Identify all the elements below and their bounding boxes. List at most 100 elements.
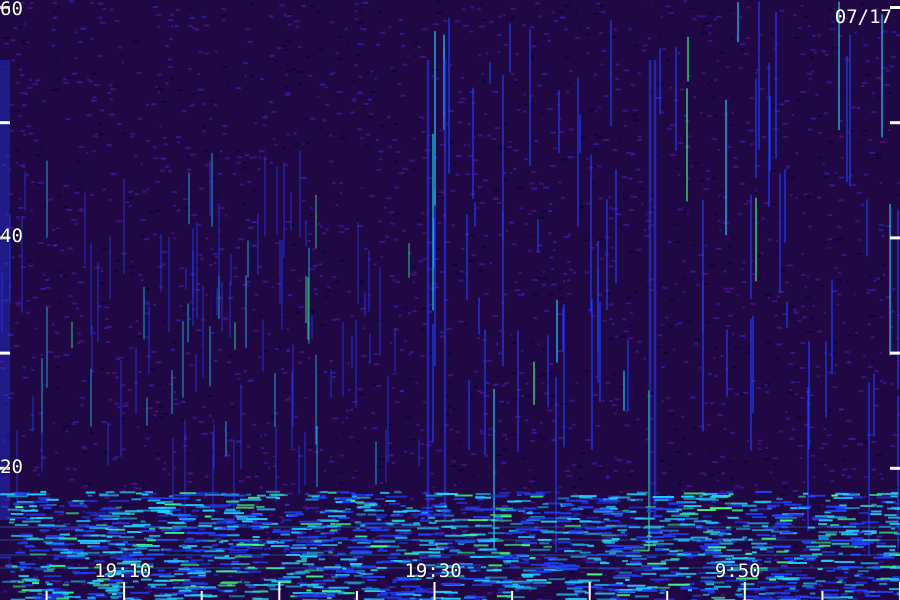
noise-speck (65, 430, 69, 433)
band-fragment (213, 573, 219, 576)
band-fragment (380, 560, 394, 563)
noise-speck (240, 183, 244, 186)
noise-speck (542, 348, 546, 351)
band-fragment (783, 557, 794, 560)
band-fragment (43, 541, 53, 544)
noise-speck (163, 143, 168, 146)
noise-speck (271, 110, 277, 113)
noise-speck (786, 167, 789, 170)
noise-speck (140, 279, 144, 282)
noise-speck (213, 253, 218, 256)
noise-speck (469, 234, 475, 237)
noise-speck (806, 331, 812, 333)
noise-speck (171, 341, 177, 344)
noise-speck (244, 154, 250, 157)
noise-speck (214, 510, 220, 513)
noise-speck (439, 430, 442, 433)
band-fragment (891, 506, 900, 509)
noise-speck (817, 330, 823, 333)
noise-speck (232, 267, 238, 270)
band-fragment (121, 551, 134, 554)
band-fragment (370, 527, 382, 530)
band-fragment (767, 505, 777, 508)
noise-speck (154, 410, 159, 413)
band-fragment (784, 503, 802, 506)
noise-speck (121, 61, 124, 64)
band-fragment (889, 549, 895, 552)
noise-speck (185, 352, 191, 355)
noise-speck (145, 437, 151, 440)
noise-speck (253, 190, 256, 193)
band-fragment (201, 555, 213, 558)
band-fragment (656, 536, 664, 538)
noise-speck (160, 169, 166, 172)
noise-speck (526, 48, 530, 51)
noise-speck (522, 86, 525, 89)
noise-speck (385, 235, 390, 238)
noise-speck (77, 188, 83, 191)
noise-speck (728, 460, 733, 463)
band-fragment (603, 518, 610, 521)
noise-speck (702, 25, 705, 28)
noise-speck (536, 522, 539, 525)
noise-speck (151, 103, 157, 106)
noise-speck (571, 423, 576, 426)
noise-speck (751, 273, 755, 276)
noise-speck (221, 565, 226, 568)
noise-speck (800, 396, 805, 399)
band-fragment (17, 581, 25, 584)
noise-speck (832, 386, 838, 389)
noise-speck (286, 92, 291, 95)
noise-speck (684, 211, 688, 214)
noise-speck (267, 536, 271, 539)
band-fragment (386, 495, 408, 498)
noise-speck (294, 143, 297, 146)
noise-speck (86, 114, 92, 117)
band-fragment (248, 496, 260, 499)
noise-speck (215, 256, 218, 258)
noise-speck (257, 168, 261, 171)
noise-speck (103, 306, 110, 309)
noise-speck (92, 96, 97, 99)
noise-speck (309, 207, 313, 210)
noise-speck (795, 393, 799, 396)
noise-speck (738, 66, 743, 69)
band-fragment (562, 504, 574, 507)
noise-speck (102, 8, 106, 11)
noise-speck (224, 157, 230, 160)
noise-speck (302, 142, 305, 145)
noise-speck (856, 107, 860, 110)
band-fragment (772, 534, 777, 537)
noise-speck (56, 60, 60, 63)
band-fragment (741, 504, 757, 507)
band-fragment (347, 582, 361, 585)
band-fragment (579, 551, 591, 554)
noise-speck (114, 402, 120, 405)
band-fragment (503, 579, 514, 582)
noise-speck (801, 273, 806, 276)
noise-speck (514, 47, 518, 50)
noise-speck (48, 561, 51, 564)
noise-speck (16, 26, 22, 29)
noise-speck (60, 34, 62, 37)
band-fragment (187, 572, 206, 575)
band-fragment (302, 563, 315, 566)
noise-speck (47, 244, 51, 246)
band-fragment (264, 547, 271, 550)
noise-speck (528, 589, 533, 592)
noise-speck (788, 437, 795, 440)
noise-speck (237, 238, 244, 241)
noise-speck (90, 193, 95, 196)
noise-speck (371, 412, 376, 415)
noise-speck (812, 476, 815, 479)
noise-speck (754, 189, 757, 192)
noise-speck (824, 464, 828, 466)
noise-speck (338, 57, 343, 60)
noise-speck (714, 115, 718, 118)
band-fragment (659, 589, 667, 592)
noise-speck (667, 323, 671, 326)
noise-speck (538, 244, 543, 247)
noise-speck (117, 122, 122, 125)
band-fragment (50, 580, 62, 583)
band-fragment (803, 492, 809, 495)
